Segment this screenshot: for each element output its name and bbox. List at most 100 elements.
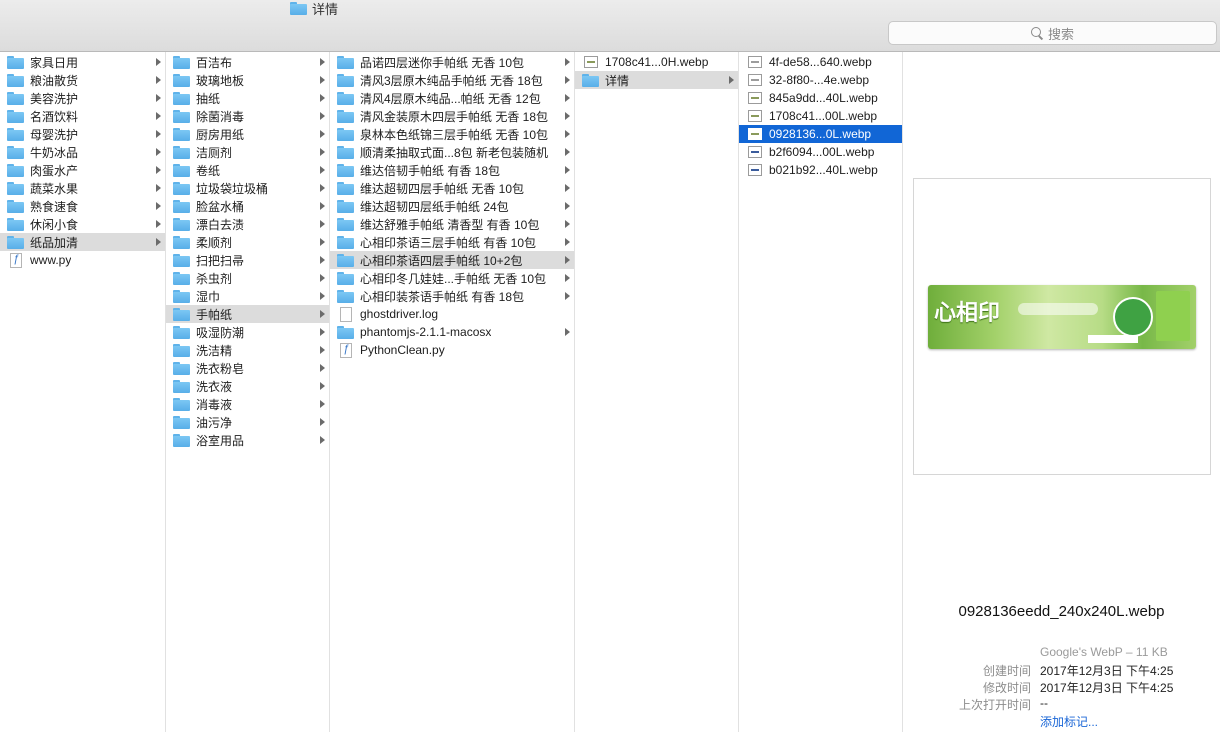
- list-item[interactable]: 清风3层原木纯品手帕纸 无香 18包: [330, 71, 574, 89]
- list-item[interactable]: 1708c41...0H.webp: [575, 53, 738, 71]
- list-item[interactable]: 纸品加清: [0, 233, 165, 251]
- chevron-right-icon: [565, 292, 570, 300]
- list-item[interactable]: 脸盆水桶: [166, 197, 329, 215]
- search-field[interactable]: 搜索: [888, 21, 1217, 45]
- list-item-label: 0928136...0L.webp: [769, 127, 872, 141]
- list-item[interactable]: 熟食速食: [0, 197, 165, 215]
- list-item-label: 扫把扫帚: [196, 253, 245, 268]
- list-item[interactable]: 抽纸: [166, 89, 329, 107]
- preview-filename: 0928136eedd_240x240L.webp: [958, 603, 1165, 620]
- chevron-right-icon: [565, 256, 570, 264]
- list-item[interactable]: 柔顺剂: [166, 233, 329, 251]
- list-item[interactable]: 1708c41...00L.webp: [739, 107, 902, 125]
- list-item[interactable]: ghostdriver.log: [330, 305, 574, 323]
- folder-icon: [173, 73, 190, 87]
- folder-icon: [7, 55, 24, 69]
- list-item[interactable]: b021b92...40L.webp: [739, 161, 902, 179]
- list-item-label: b021b92...40L.webp: [769, 163, 878, 177]
- list-item[interactable]: 心相印装茶语手帕纸 有香 18包: [330, 287, 574, 305]
- list-item[interactable]: 垃圾袋垃圾桶: [166, 179, 329, 197]
- list-item[interactable]: 休闲小食: [0, 215, 165, 233]
- list-item[interactable]: 845a9dd...40L.webp: [739, 89, 902, 107]
- list-item[interactable]: 4f-de58...640.webp: [739, 53, 902, 71]
- list-item[interactable]: 厨房用纸: [166, 125, 329, 143]
- list-item[interactable]: 吸湿防潮: [166, 323, 329, 341]
- list-item[interactable]: 油污净: [166, 413, 329, 431]
- column-3[interactable]: 品诺四层迷你手帕纸 无香 10包 清风3层原木纯品手帕纸 无香 18包 清风4层原木…: [330, 52, 575, 732]
- list-item[interactable]: 清风4层原木纯品...帕纸 无香 12包: [330, 89, 574, 107]
- chevron-right-icon: [320, 436, 325, 444]
- list-item[interactable]: 洗衣液: [166, 377, 329, 395]
- list-item-label: 心相印装茶语手帕纸 有香 18包: [360, 289, 525, 304]
- list-item[interactable]: 维达舒雅手帕纸 清香型 有香 10包: [330, 215, 574, 233]
- list-item[interactable]: 漂白去渍: [166, 215, 329, 233]
- chevron-right-icon: [156, 112, 161, 120]
- list-item-label: 洗洁精: [196, 343, 233, 358]
- list-item[interactable]: 洁厕剂: [166, 143, 329, 161]
- folder-icon: [7, 235, 24, 249]
- list-item[interactable]: 卷纸: [166, 161, 329, 179]
- list-item[interactable]: 肉蛋水产: [0, 161, 165, 179]
- list-item[interactable]: 粮油散货: [0, 71, 165, 89]
- list-item[interactable]: 维达倍韧手帕纸 有香 18包: [330, 161, 574, 179]
- list-item[interactable]: 心相印冬几娃娃...手帕纸 无香 10包: [330, 269, 574, 287]
- list-item[interactable]: 32-8f80-...4e.webp: [739, 71, 902, 89]
- list-item[interactable]: 蔬菜水果: [0, 179, 165, 197]
- list-item[interactable]: 顺清柔抽取式面...8包 新老包装随机: [330, 143, 574, 161]
- column-1[interactable]: 家具日用 粮油散货 美容洗护名酒饮料 母婴洗护 牛奶冰品 肉蛋水产 蔬菜水果 熟食速食 休闲小食…: [0, 52, 166, 732]
- list-item-label: PythonClean.py: [360, 343, 445, 357]
- meta-opened: 上次打开时间 --: [905, 696, 1215, 713]
- list-item[interactable]: 美容洗护: [0, 89, 165, 107]
- list-item-label: 卷纸: [196, 163, 221, 178]
- folder-icon: [337, 289, 354, 303]
- list-item[interactable]: 玻璃地板: [166, 71, 329, 89]
- list-item[interactable]: 心相印茶语四层手帕纸 10+2包: [330, 251, 574, 269]
- image-file-icon: [748, 146, 762, 158]
- list-item[interactable]: 泉林本色纸锦三层手帕纸 无香 10包: [330, 125, 574, 143]
- add-tags-link[interactable]: 添加标记...: [1040, 713, 1098, 730]
- chevron-right-icon: [320, 220, 325, 228]
- folder-icon: [337, 217, 354, 231]
- column-2[interactable]: 百洁布 玻璃地板 抽纸 除菌消毒 厨房用纸 洁厕剂卷纸 垃圾袋垃圾桶 脸盆水桶 漂白去渍 柔顺剂扫…: [166, 52, 330, 732]
- list-item[interactable]: www.py: [0, 251, 165, 269]
- column-4[interactable]: 1708c41...0H.webp 详情: [575, 52, 739, 732]
- document-icon: [340, 306, 352, 322]
- list-item[interactable]: 洗衣粉皂: [166, 359, 329, 377]
- list-item[interactable]: 母婴洗护: [0, 125, 165, 143]
- list-item[interactable]: 详情: [575, 71, 738, 89]
- list-item[interactable]: 手帕纸: [166, 305, 329, 323]
- chevron-right-icon: [156, 130, 161, 138]
- list-item[interactable]: b2f6094...00L.webp: [739, 143, 902, 161]
- column-5[interactable]: 4f-de58...640.webp 32-8f80-...4e.webp 845a…: [739, 52, 903, 732]
- list-item[interactable]: 维达超韧四层纸手帕纸 24包: [330, 197, 574, 215]
- folder-icon: [337, 163, 354, 177]
- chevron-right-icon: [320, 184, 325, 192]
- folder-icon: [337, 91, 354, 105]
- meta-modified: 修改时间 2017年12月3日 下午4:25: [905, 679, 1215, 696]
- chevron-right-icon: [320, 76, 325, 84]
- list-item[interactable]: 百洁布: [166, 53, 329, 71]
- list-item[interactable]: 扫把扫帚: [166, 251, 329, 269]
- list-item[interactable]: 名酒饮料: [0, 107, 165, 125]
- list-item[interactable]: 心相印茶语三层手帕纸 有香 10包: [330, 233, 574, 251]
- list-item[interactable]: 家具日用: [0, 53, 165, 71]
- list-item[interactable]: 牛奶冰品: [0, 143, 165, 161]
- chevron-right-icon: [565, 112, 570, 120]
- list-item[interactable]: 消毒液: [166, 395, 329, 413]
- list-item[interactable]: 维达超韧四层手帕纸 无香 10包: [330, 179, 574, 197]
- list-item[interactable]: 洗洁精: [166, 341, 329, 359]
- list-item[interactable]: 湿巾: [166, 287, 329, 305]
- list-item[interactable]: 清风金装原木四层手帕纸 无香 18包: [330, 107, 574, 125]
- chevron-right-icon: [320, 310, 325, 318]
- list-item[interactable]: PythonClean.py: [330, 341, 574, 359]
- list-item-label: 名酒饮料: [30, 109, 79, 124]
- list-item[interactable]: phantomjs-2.1.1-macosx: [330, 323, 574, 341]
- image-file-icon: [748, 92, 762, 104]
- list-item[interactable]: 浴室用品: [166, 431, 329, 449]
- list-item[interactable]: 品诺四层迷你手帕纸 无香 10包: [330, 53, 574, 71]
- list-item[interactable]: 除菌消毒: [166, 107, 329, 125]
- list-item[interactable]: 0928136...0L.webp: [739, 125, 902, 143]
- folder-icon: [173, 343, 190, 357]
- chevron-right-icon: [156, 202, 161, 210]
- list-item[interactable]: 杀虫剂: [166, 269, 329, 287]
